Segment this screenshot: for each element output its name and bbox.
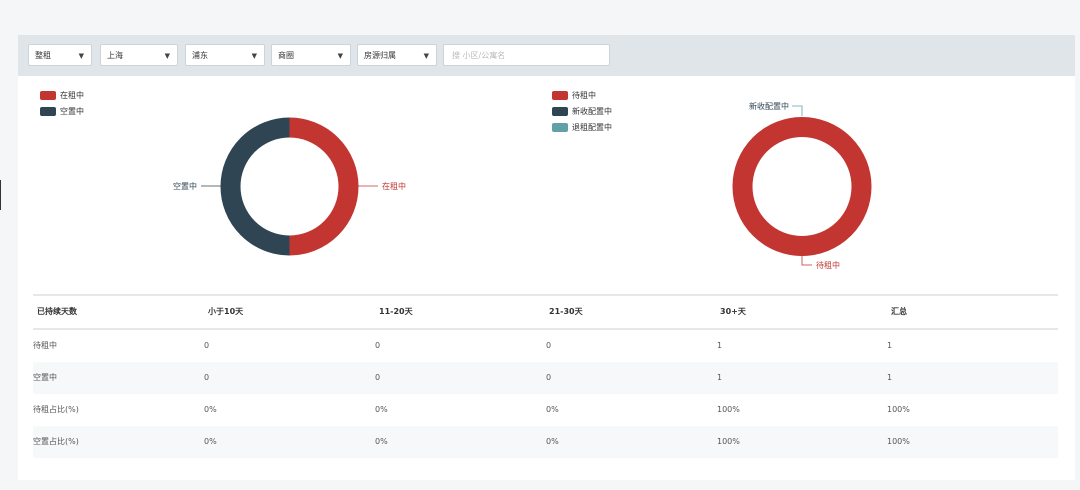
leader-line-new-config — [792, 105, 803, 116]
slice-label-renting: 在租中 — [382, 181, 406, 191]
table-cell: 0 — [375, 341, 381, 350]
table-cell: 0 — [375, 373, 381, 382]
table-row: 待租中 0 0 0 1 1 — [33, 330, 1058, 362]
table-cell: 0% — [204, 437, 217, 446]
slice-label-to-rent: 待租中 — [816, 260, 840, 270]
table-cell: 1 — [717, 341, 723, 350]
table-cell: 0% — [375, 437, 388, 446]
table-header-row: 已持续天数 小于10天 11-20天 21-30天 30+天 汇总 — [33, 294, 1058, 330]
table-row: 空置中 0 0 0 1 1 — [33, 362, 1058, 394]
table-cell: 0 — [204, 341, 210, 350]
table-header-cell: 11-20天 — [379, 307, 413, 316]
table-cell: 1 — [887, 373, 893, 382]
table-cell: 100% — [717, 405, 740, 414]
table-cell: 0 — [204, 373, 210, 382]
table-header-cell: 已持续天数 — [37, 307, 77, 316]
table-header-cell: 小于10天 — [208, 307, 244, 316]
table-cell: 0% — [546, 405, 559, 414]
donut-chart-2 — [732, 117, 872, 256]
donut-slice-1[interactable] — [732, 117, 872, 256]
table-cell: 0% — [546, 437, 559, 446]
table-header-cell: 30+天 — [720, 307, 746, 316]
table-cell: 1 — [717, 373, 723, 382]
slice-label-new-config: 新收配置中 — [749, 101, 789, 111]
table-cell: 100% — [717, 437, 740, 446]
table-row: 空置占比(%) 0% 0% 0% 100% 100% — [33, 426, 1058, 458]
duration-table: 已持续天数 小于10天 11-20天 21-30天 30+天 汇总 待租中 0 … — [33, 294, 1058, 458]
donut-chart-1 — [220, 117, 359, 256]
donut-slice-2[interactable] — [220, 117, 290, 256]
table-cell: 100% — [887, 437, 910, 446]
table-cell: 0% — [375, 405, 388, 414]
leader-line-to-rent — [801, 256, 812, 266]
table-row: 待租占比(%) 0% 0% 0% 100% 100% — [33, 394, 1058, 426]
slice-label-vacant: 空置中 — [173, 181, 197, 191]
table-header-cell: 21-30天 — [549, 307, 583, 316]
table-cell: 0 — [546, 373, 552, 382]
table-cell: 0 — [546, 341, 552, 350]
table-header-cell: 汇总 — [891, 307, 907, 316]
table-cell: 1 — [887, 341, 893, 350]
table-cell: 空置中 — [33, 373, 57, 382]
donut-slice-1[interactable] — [289, 117, 359, 256]
table-cell: 待租中 — [33, 341, 57, 350]
table-cell: 空置占比(%) — [33, 437, 79, 446]
table-cell: 100% — [887, 405, 910, 414]
table-cell: 0% — [204, 405, 217, 414]
table-cell: 待租占比(%) — [33, 405, 79, 414]
